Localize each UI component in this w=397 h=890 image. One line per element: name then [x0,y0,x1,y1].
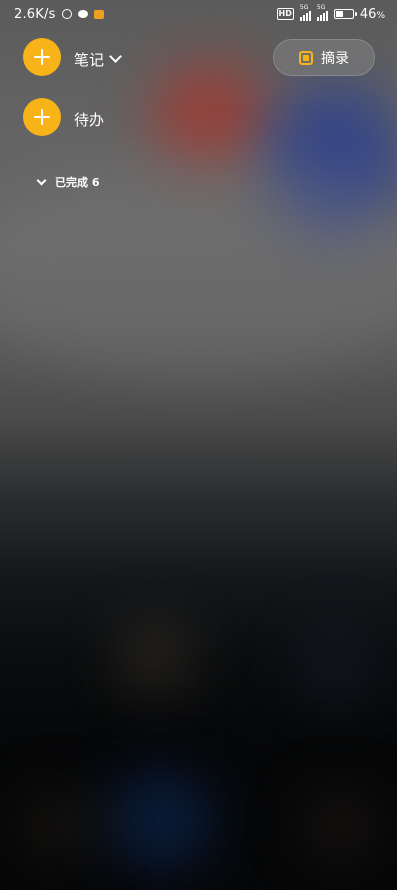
signal-icon: 5G [316,4,328,21]
status-right: HD 5G 5G 46% [276,4,385,22]
add-todo-button[interactable] [23,98,61,136]
notes-label[interactable]: 笔记 [74,49,104,70]
blurred-wallpaper-blob [0,160,397,380]
battery-value: 46 [359,6,377,22]
chevron-down-icon [36,175,47,185]
blurred-wallpaper-blob [20,790,100,860]
status-bar: 2.6K/s HD 5G 5G 46% [0,0,397,28]
blurred-wallpaper-blob [120,620,190,690]
blurred-wallpaper-blob [150,60,270,170]
chat-icon [77,10,88,18]
completed-toggle[interactable]: 已完成 6 [36,174,100,190]
battery-icon [333,9,357,19]
network-speed: 2.6K/s [14,6,56,22]
completed-count: 已完成 6 [55,176,100,189]
blurred-wallpaper-blob [300,790,380,860]
excerpt-button[interactable]: 摘录 [273,39,375,76]
blurred-wallpaper-blob [300,630,370,700]
blurred-wallpaper-blob [105,770,215,870]
signal-label: 5G [316,4,326,11]
alarm-icon [61,9,72,19]
signal-label: 5G [299,4,309,11]
plus-icon [34,109,50,125]
chevron-down-icon[interactable] [109,50,122,63]
screen: 2.6K/s HD 5G 5G 46% 笔记 摘录 待办 已完成 6 [0,0,397,890]
battery-unit: % [376,10,385,21]
todo-label: 待办 [74,111,105,129]
battery-fill [335,11,343,17]
add-note-button[interactable] [23,38,61,76]
plus-icon [34,49,50,65]
excerpt-label: 摘录 [321,50,349,67]
status-left: 2.6K/s [14,7,104,22]
app-notification-icon [93,9,104,19]
battery-percent: 46% [360,7,385,22]
excerpt-icon [299,50,313,65]
hd-badge: HD [276,8,294,20]
signal-icon: 5G [299,4,311,21]
